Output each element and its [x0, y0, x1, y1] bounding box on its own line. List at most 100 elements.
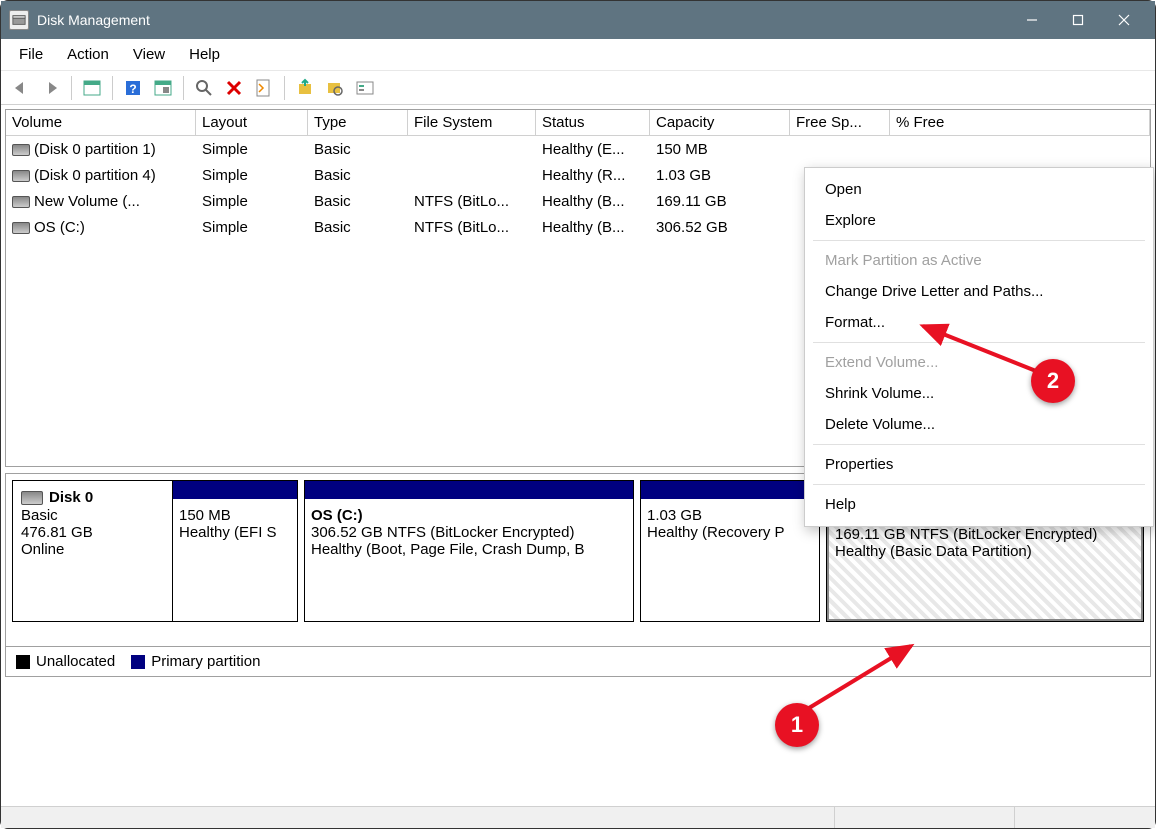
- disk-status: Online: [21, 541, 164, 558]
- volume-status: Healthy (E...: [536, 139, 650, 160]
- window-title: Disk Management: [37, 12, 1009, 28]
- status-bar: [1, 806, 1155, 828]
- volume-capacity: 306.52 GB: [650, 217, 790, 238]
- partition-status: Healthy (EFI S: [179, 524, 291, 541]
- partition-size: 150 MB: [179, 507, 291, 524]
- volume-layout: Simple: [196, 191, 308, 212]
- disk-icon: [12, 144, 30, 156]
- col-capacity[interactable]: Capacity: [650, 110, 790, 136]
- disk-size: 476.81 GB: [21, 524, 164, 541]
- status-pane: [835, 807, 1015, 828]
- disk-info[interactable]: Disk 0 Basic 476.81 GB Online: [12, 480, 172, 622]
- menu-help[interactable]: Help: [805, 489, 1153, 520]
- col-type[interactable]: Type: [308, 110, 408, 136]
- menu-mark-partition-active: Mark Partition as Active: [805, 245, 1153, 276]
- properties-button[interactable]: [250, 74, 278, 102]
- volume-fs: NTFS (BitLo...: [408, 191, 536, 212]
- disk-icon: [21, 491, 43, 505]
- disk-icon: [12, 170, 30, 182]
- col-volume[interactable]: Volume: [6, 110, 196, 136]
- col-status[interactable]: Status: [536, 110, 650, 136]
- back-button[interactable]: [7, 74, 35, 102]
- legend-unallocated: Unallocated: [16, 653, 115, 670]
- partition-bar: [173, 481, 297, 499]
- volume-type: Basic: [308, 217, 408, 238]
- volume-list-header: Volume Layout Type File System Status Ca…: [6, 110, 1150, 136]
- volume-layout: Simple: [196, 217, 308, 238]
- action-button-1[interactable]: [291, 74, 319, 102]
- volume-layout: Simple: [196, 139, 308, 160]
- volume-name: OS (C:): [34, 219, 85, 236]
- volume-capacity: 150 MB: [650, 139, 790, 160]
- volume-row[interactable]: (Disk 0 partition 1) Simple Basic Health…: [6, 136, 1150, 162]
- volume-fs: NTFS (BitLo...: [408, 217, 536, 238]
- partition[interactable]: OS (C:) 306.52 GB NTFS (BitLocker Encryp…: [304, 480, 634, 622]
- menu-file[interactable]: File: [7, 42, 55, 67]
- menu-shrink-volume[interactable]: Shrink Volume...: [805, 378, 1153, 409]
- disk-icon: [12, 222, 30, 234]
- col-free-space[interactable]: Free Sp...: [790, 110, 890, 136]
- menu-help[interactable]: Help: [177, 42, 232, 67]
- status-pane: [1015, 807, 1155, 828]
- volume-type: Basic: [308, 191, 408, 212]
- maximize-button[interactable]: [1055, 1, 1101, 39]
- partition-size: 1.03 GB: [647, 507, 813, 524]
- partition-status: Healthy (Boot, Page File, Crash Dump, B: [311, 541, 627, 558]
- partition-size: 306.52 GB NTFS (BitLocker Encrypted): [311, 524, 627, 541]
- volume-layout: Simple: [196, 165, 308, 186]
- disk-icon: [12, 196, 30, 208]
- legend-primary: Primary partition: [131, 653, 260, 670]
- partition-bar: [305, 481, 633, 499]
- col-filesystem[interactable]: File System: [408, 110, 536, 136]
- show-hide-console-tree-button[interactable]: [78, 74, 106, 102]
- annotation-2: 2: [1031, 359, 1075, 403]
- partition-status: Healthy (Basic Data Partition): [835, 543, 1135, 560]
- legend: Unallocated Primary partition: [5, 647, 1151, 677]
- volume-status: Healthy (R...: [536, 165, 650, 186]
- action-button-3[interactable]: [351, 74, 379, 102]
- status-pane: [1, 807, 835, 828]
- volume-name: (Disk 0 partition 1): [34, 141, 156, 158]
- menu-change-drive-letter[interactable]: Change Drive Letter and Paths...: [805, 276, 1153, 307]
- menu-separator: [813, 240, 1145, 241]
- volume-fs: [408, 173, 536, 177]
- toolbar: ?: [1, 71, 1155, 105]
- menu-separator: [813, 444, 1145, 445]
- toolbar-separator: [112, 76, 113, 100]
- volume-name: New Volume (...: [34, 193, 140, 210]
- volume-name: (Disk 0 partition 4): [34, 167, 156, 184]
- menu-explore[interactable]: Explore: [805, 205, 1153, 236]
- volume-type: Basic: [308, 139, 408, 160]
- menu-properties[interactable]: Properties: [805, 449, 1153, 480]
- partition[interactable]: 1.03 GB Healthy (Recovery P: [640, 480, 820, 622]
- menu-open[interactable]: Open: [805, 174, 1153, 205]
- action-button-2[interactable]: [321, 74, 349, 102]
- partition-status: Healthy (Recovery P: [647, 524, 813, 541]
- volume-capacity: 169.11 GB: [650, 191, 790, 212]
- menu-action[interactable]: Action: [55, 42, 121, 67]
- partition[interactable]: 150 MB Healthy (EFI S: [172, 480, 298, 622]
- menu-view[interactable]: View: [121, 42, 177, 67]
- help-button[interactable]: ?: [119, 74, 147, 102]
- volume-type: Basic: [308, 165, 408, 186]
- toolbar-separator: [71, 76, 72, 100]
- partition-size: 169.11 GB NTFS (BitLocker Encrypted): [835, 526, 1135, 543]
- forward-button[interactable]: [37, 74, 65, 102]
- col-percent-free[interactable]: % Free: [890, 110, 1150, 136]
- menu-delete-volume[interactable]: Delete Volume...: [805, 409, 1153, 440]
- settings-button[interactable]: [149, 74, 177, 102]
- volume-fs: [408, 147, 536, 151]
- toolbar-separator: [284, 76, 285, 100]
- col-layout[interactable]: Layout: [196, 110, 308, 136]
- menu-separator: [813, 484, 1145, 485]
- refresh-button[interactable]: [190, 74, 218, 102]
- title-bar: Disk Management: [1, 1, 1155, 39]
- app-icon: [9, 10, 29, 30]
- close-button[interactable]: [1101, 1, 1147, 39]
- minimize-button[interactable]: [1009, 1, 1055, 39]
- partition-bar: [641, 481, 819, 499]
- svg-text:?: ?: [129, 82, 136, 96]
- delete-button[interactable]: [220, 74, 248, 102]
- menu-format[interactable]: Format...: [805, 307, 1153, 338]
- volume-status: Healthy (B...: [536, 217, 650, 238]
